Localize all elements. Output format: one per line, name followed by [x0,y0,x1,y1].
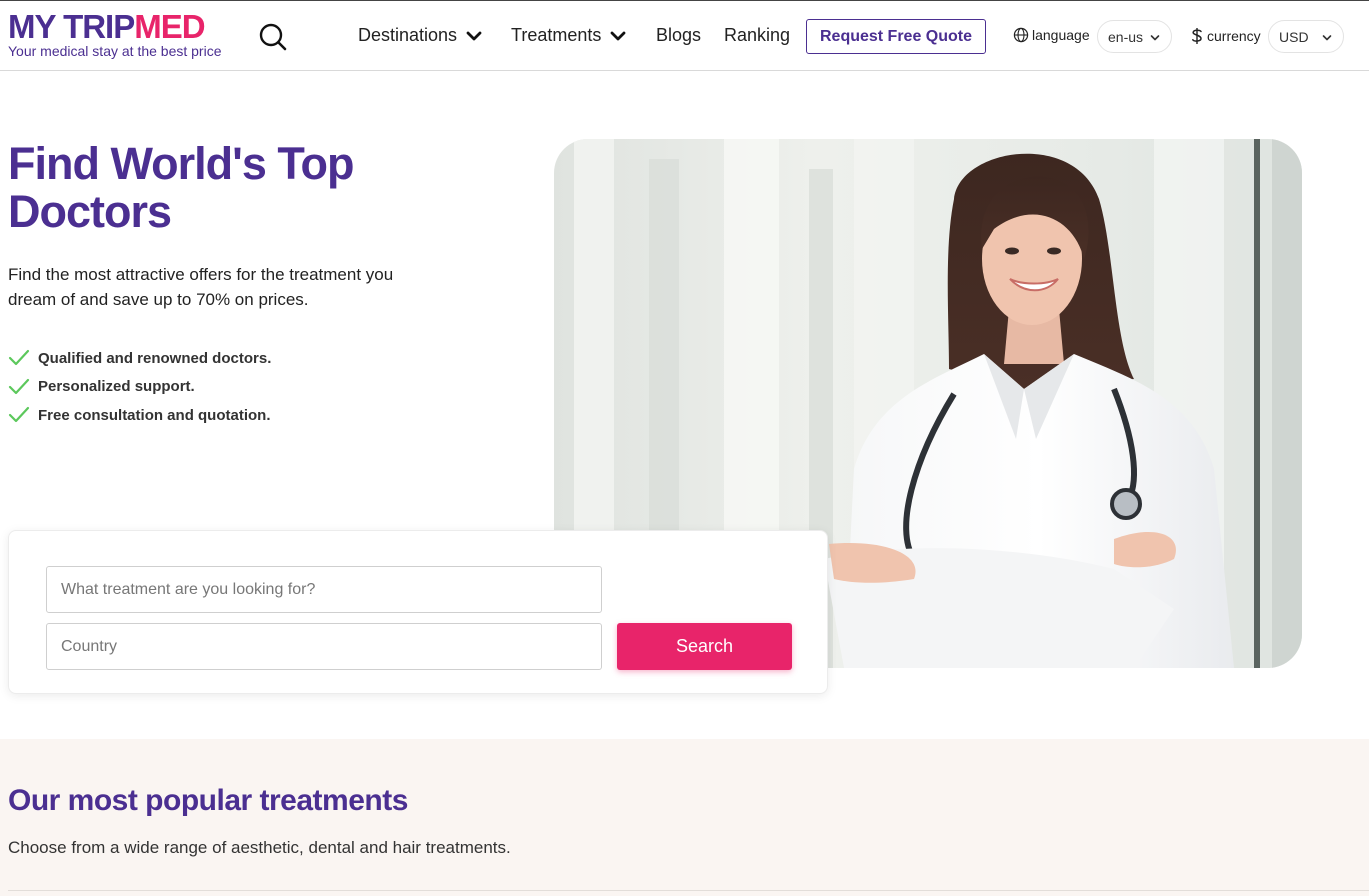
nav-destinations-label: Destinations [358,25,458,45]
site-header: MY TRIPMED Your medical stay at the best… [0,0,1369,71]
request-quote-button[interactable]: Request Free Quote [806,19,986,54]
checkmark-icon [8,378,30,394]
hero-title: Find World's Top Doctors [8,138,354,237]
country-input[interactable] [46,623,602,670]
search-button[interactable]: Search [617,623,792,670]
nav-treatments[interactable]: Treatments [511,25,627,46]
nav-blogs-label: Blogs [656,25,702,45]
checkmark-icon [8,350,30,366]
search-icon[interactable] [258,22,288,52]
popular-treatments-section: Our most popular treatments Choose from … [0,739,1369,896]
hero-subtitle: Find the most attractive offers for the … [8,265,394,309]
chevron-down-icon [466,31,482,40]
site-logo[interactable]: MY TRIPMED Your medical stay at the best… [8,8,222,59]
language-label-text: language [1032,27,1090,43]
currency-value: USD [1279,28,1309,45]
nav-destinations[interactable]: Destinations [358,25,483,46]
nav-ranking[interactable]: Ranking [724,25,790,46]
currency-label-text: currency [1207,28,1261,44]
feature-item: Qualified and renowned doctors. [8,344,271,373]
feature-item-label: Personalized support. [38,378,195,396]
nav-ranking-label: Ranking [724,25,791,45]
nav-blogs[interactable]: Blogs [656,25,701,46]
dollar-icon [1192,28,1202,44]
logo-tagline: Your medical stay at the best price [8,43,222,59]
chevron-down-icon [1150,35,1160,41]
chevron-down-icon [610,31,626,40]
feature-item-label: Free consultation and quotation. [38,406,271,424]
checkmark-icon [8,407,30,423]
language-select[interactable]: en-us [1097,20,1172,53]
globe-icon [1013,27,1029,43]
chevron-down-icon [1322,35,1332,41]
section-subtitle: Choose from a wide range of aesthetic, d… [8,838,511,857]
feature-item-label: Qualified and renowned doctors. [38,349,272,367]
section-title: Our most popular treatments [8,784,408,817]
logo-wordmark: MY TRIPMED [8,8,206,45]
treatment-search-input[interactable] [46,566,602,613]
nav-treatments-label: Treatments [511,25,602,45]
search-card: Search [8,530,828,694]
currency-label: currency [1190,27,1261,45]
feature-item: Free consultation and quotation. [8,401,271,430]
feature-list: Qualified and renowned doctors. Personal… [8,344,271,430]
feature-item: Personalized support. [8,373,271,402]
currency-select[interactable]: USD [1268,20,1344,53]
divider [8,890,1369,891]
language-label: language [1013,27,1090,43]
language-value: en-us [1108,28,1144,45]
